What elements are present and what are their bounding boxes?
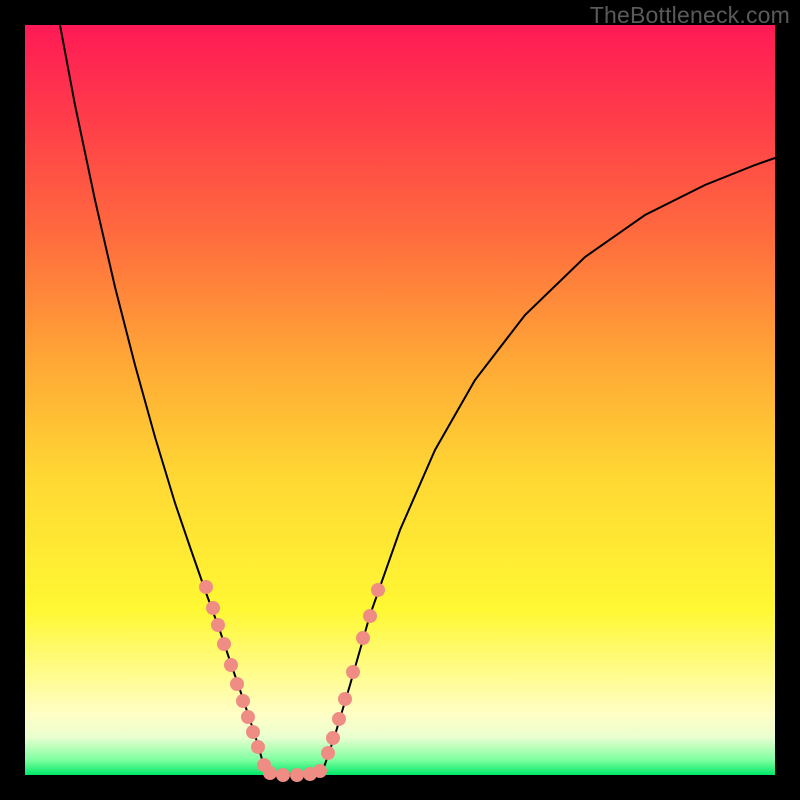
data-dot [236, 694, 250, 708]
data-dot [313, 764, 327, 778]
data-dot [290, 768, 304, 782]
data-dot [230, 677, 244, 691]
dot-layer [199, 580, 385, 782]
data-dot [199, 580, 213, 594]
chart-frame [25, 25, 775, 775]
data-dot [371, 583, 385, 597]
watermark-text: TheBottleneck.com [590, 2, 790, 29]
data-dot [338, 692, 352, 706]
data-dot [224, 658, 238, 672]
bottleneck-plot [25, 25, 775, 775]
curve-left [60, 25, 265, 770]
data-dot [346, 665, 360, 679]
data-dot [206, 601, 220, 615]
data-dot [356, 631, 370, 645]
data-dot [211, 618, 225, 632]
data-dot [276, 768, 290, 782]
data-dot [363, 609, 377, 623]
data-dot [332, 712, 346, 726]
data-dot [263, 766, 277, 780]
data-dot [241, 710, 255, 724]
curve-right [323, 158, 775, 770]
data-dot [246, 725, 260, 739]
data-dot [326, 731, 340, 745]
data-dot [321, 746, 335, 760]
data-dot [251, 740, 265, 754]
data-dot [217, 637, 231, 651]
